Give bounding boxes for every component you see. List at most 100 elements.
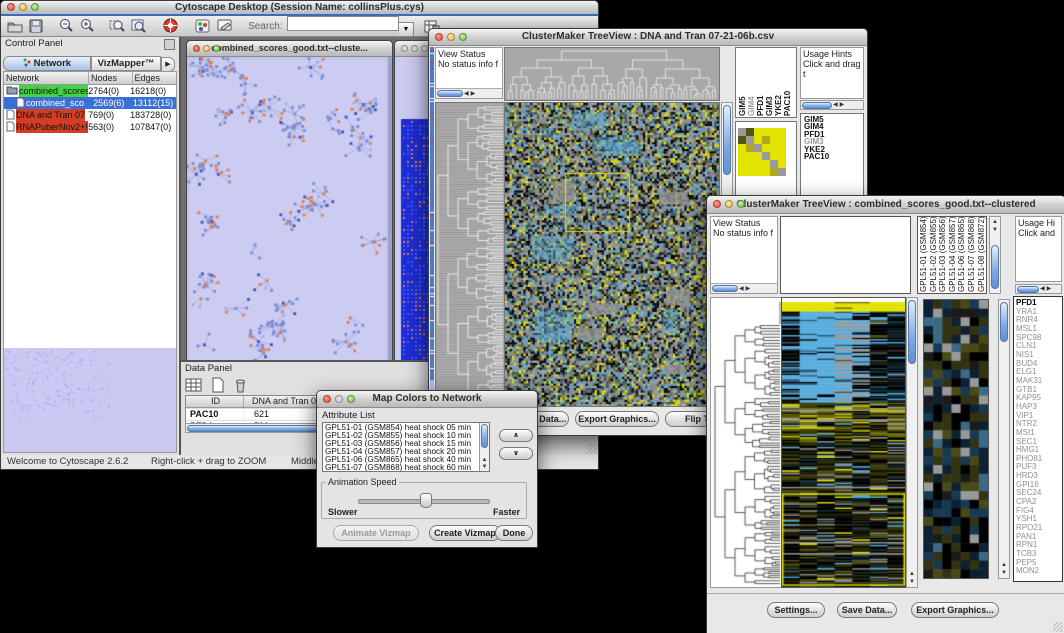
search-dropdown-icon[interactable]: ▼: [399, 22, 414, 37]
minimize-icon[interactable]: [725, 200, 733, 208]
heatmap-zoom-view[interactable]: [923, 299, 989, 579]
minimize-icon[interactable]: [411, 45, 418, 52]
column-labels-vscrollbar[interactable]: ▲▼: [989, 216, 1001, 294]
export-graphics-button[interactable]: Export Graphics...: [911, 602, 999, 618]
view-status-hscrollbar[interactable]: ◀▶: [436, 88, 502, 98]
treeview2-column-dendrogram[interactable]: [780, 216, 911, 294]
view-status-hscrollbar[interactable]: ◀▶: [711, 283, 777, 293]
heatmap-column-label[interactable]: PFD1: [756, 52, 765, 116]
heatmap-column-label[interactable]: GPL51-01 (GSM854): [919, 216, 929, 292]
main-title-bar[interactable]: Cytoscape Desktop (Session Name: collins…: [1, 1, 598, 16]
heatmap-column-label[interactable]: GPL51-07 (GSM868): [967, 216, 977, 292]
zoom-fit-icon[interactable]: [131, 18, 147, 38]
treeview2-column-labels: GPL51-01 (GSM854)GPL51-02 (GSM855)GPL51-…: [917, 216, 987, 294]
window-resize-grip[interactable]: [1053, 622, 1063, 632]
dialog-title-bar[interactable]: Map Colors to Network: [317, 391, 537, 408]
zoom-window-icon[interactable]: [347, 395, 355, 403]
zoom-window-icon[interactable]: [459, 33, 467, 41]
network-count: 769(0): [88, 109, 130, 121]
vizmapper-icon[interactable]: [195, 19, 210, 38]
zoom-window-icon[interactable]: [737, 200, 745, 208]
close-icon[interactable]: [7, 3, 15, 11]
heatmap-column-label[interactable]: GIM5: [738, 52, 747, 116]
close-icon[interactable]: [323, 395, 331, 403]
heatmap-column-label[interactable]: GPL51-03 (GSM856): [938, 216, 948, 292]
close-icon[interactable]: [713, 200, 721, 208]
heatmap-column-label[interactable]: YKE2: [774, 52, 783, 116]
export-graphics-button[interactable]: Export Graphics...: [575, 411, 659, 427]
summary-heatmap-cell: [770, 144, 778, 152]
search-input[interactable]: [287, 16, 399, 31]
network-canvas[interactable]: [187, 57, 388, 364]
heatmap-vscrollbar[interactable]: ▲▼: [906, 297, 918, 588]
treeview1-usage-hints: Usage HintsClick and drag t: [800, 47, 864, 99]
column-dendrogram[interactable]: [504, 47, 720, 101]
create-vizmap-button[interactable]: Create Vizmap: [429, 525, 501, 541]
close-icon[interactable]: [401, 45, 408, 52]
heatmap-column-label[interactable]: PAC10: [783, 52, 792, 116]
network-name: combined_sco: [26, 97, 84, 109]
zoom-in-icon[interactable]: [80, 18, 95, 38]
tab-overflow-icon[interactable]: ▶: [161, 57, 175, 72]
heatmap-column-label[interactable]: GIM3: [765, 52, 774, 116]
zoom-window-icon[interactable]: [31, 3, 39, 11]
network-table-row[interactable]: RNAPuberNov2+!563(0)107847(0): [4, 121, 176, 133]
animate-vizmap-button[interactable]: Animate Vizmap: [333, 525, 419, 541]
network-table-row[interactable]: DNA and Tran 07769(0)183728(0): [4, 109, 176, 121]
close-icon[interactable]: [435, 33, 443, 41]
usage-hints-hscrollbar[interactable]: ◀▶: [800, 100, 864, 110]
network-table-row[interactable]: combined_scores2764(0)16218(0): [4, 85, 176, 97]
heatmap-main[interactable]: [504, 102, 720, 407]
network-count: 16218(0): [130, 85, 176, 97]
heatmap-column-label[interactable]: GPL51-04 (GSM857): [948, 216, 958, 292]
window-resize-grip[interactable]: [587, 444, 597, 454]
minimize-icon[interactable]: [203, 45, 210, 52]
network-overview-thumbnail[interactable]: [4, 348, 176, 452]
summary-heatmap[interactable]: [738, 128, 786, 176]
treeview2-title-bar[interactable]: ClusterMaker TreeView : combined_scores_…: [707, 196, 1064, 214]
attribute-list[interactable]: GPL51-01 (GSM854) heat shock 05 minGPL51…: [322, 422, 490, 472]
treeview1-title-bar[interactable]: ClusterMaker TreeView : DNA and Tran 07-…: [429, 29, 867, 46]
attribute-list-item[interactable]: GPL51-07 (GSM868) heat shock 60 min: [325, 464, 487, 472]
usage-hints-hscrollbar[interactable]: ◀▶: [1015, 284, 1062, 294]
tab-network[interactable]: Network: [3, 56, 91, 71]
done-button[interactable]: Done: [495, 525, 533, 541]
row-dendrogram[interactable]: [710, 297, 782, 588]
float-panel-icon[interactable]: [164, 39, 175, 50]
heatmap-column-label[interactable]: GIM4: [747, 52, 756, 116]
network-view-window[interactable]: combined_scores_good.txt--cluste...: [186, 40, 393, 364]
help-ring-icon[interactable]: [163, 18, 178, 38]
heatmap-main[interactable]: [781, 297, 906, 588]
annotation-icon[interactable]: [217, 19, 233, 38]
gene-label[interactable]: MON2: [1016, 567, 1060, 576]
row-dendrogram[interactable]: [435, 102, 505, 407]
heatmap-column-label[interactable]: GPL51-02 (GSM855): [929, 216, 939, 292]
gene-label[interactable]: PAC10: [804, 153, 860, 160]
zoom-out-icon[interactable]: [59, 18, 74, 38]
move-down-button[interactable]: ∨: [499, 447, 533, 460]
save-data-button[interactable]: Save Data...: [837, 602, 897, 618]
settings-button[interactable]: Settings...: [767, 602, 825, 618]
heatmap-column-label[interactable]: GPL51-08 (GSM872): [977, 216, 987, 292]
row-selection-strip[interactable]: [430, 47, 434, 406]
network-table-row[interactable]: combined_sco2569(6)13112(15): [4, 97, 176, 109]
zoom-window-icon[interactable]: [421, 45, 428, 52]
speed-slider-handle[interactable]: [420, 493, 432, 508]
minimize-icon[interactable]: [447, 33, 455, 41]
dialog-title: Map Colors to Network: [373, 393, 482, 404]
minimize-icon[interactable]: [335, 395, 343, 403]
summary-heatmap-cell: [778, 144, 786, 152]
open-folder-icon[interactable]: [7, 19, 23, 38]
tab-vizmapper[interactable]: VizMapper™: [91, 56, 161, 71]
close-icon[interactable]: [193, 45, 200, 52]
summary-heatmap-cell: [738, 136, 746, 144]
save-icon[interactable]: [29, 19, 43, 38]
zoom-vscrollbar[interactable]: ▲▼: [998, 299, 1010, 579]
move-up-button[interactable]: ∧: [499, 429, 533, 442]
minimize-icon[interactable]: [19, 3, 27, 11]
network-name: DNA and Tran 07: [16, 109, 85, 121]
zoom-window-icon[interactable]: [213, 45, 220, 52]
heatmap-column-label[interactable]: GPL51-06 (GSM865): [957, 216, 967, 292]
zoom-selected-icon[interactable]: [109, 18, 125, 38]
summary-heatmap-cell: [746, 136, 754, 144]
